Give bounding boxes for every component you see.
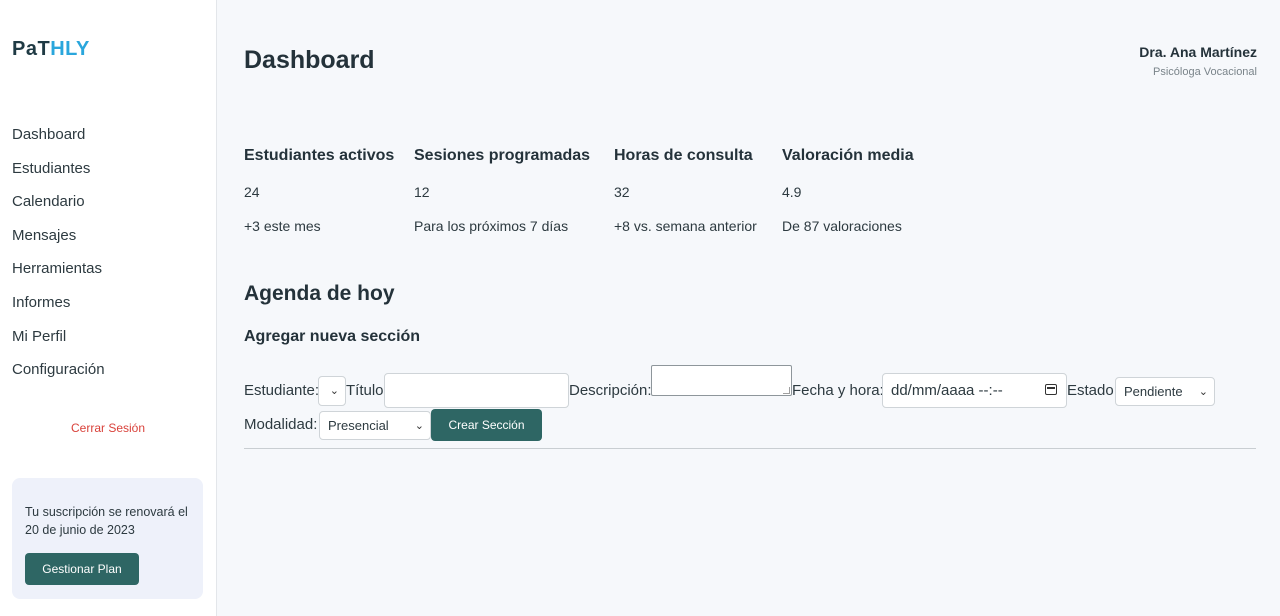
stat-value: 24	[244, 184, 260, 200]
subscription-card: Tu suscripción se renovará el 20 de juni…	[12, 478, 203, 599]
user-profile[interactable]: Dra. Ana Martínez Psicóloga Vocacional	[1139, 44, 1257, 78]
title-input[interactable]	[384, 373, 569, 408]
subscription-message: Tu suscripción se renovará el 20 de juni…	[25, 505, 188, 537]
page-title: Dashboard	[244, 46, 375, 74]
modality-label: Modalidad:	[244, 416, 318, 433]
chevron-down-icon: ⌄	[1198, 385, 1208, 398]
agenda-title: Agenda de hoy	[244, 282, 395, 305]
sidebar: PaTHLY Dashboard Estudiantes Calendario …	[0, 0, 217, 616]
stat-label: Horas de consulta	[614, 147, 753, 164]
datetime-label: Fecha y hora:	[792, 382, 884, 399]
sidebar-item-estudiantes[interactable]: Estudiantes	[12, 158, 105, 192]
description-label: Descripción:	[569, 382, 652, 399]
new-session-title: Agregar nueva sección	[244, 328, 421, 345]
modality-select-value: Presencial	[328, 418, 389, 433]
sidebar-item-dashboard[interactable]: Dashboard	[12, 124, 105, 158]
user-role: Psicóloga Vocacional	[1153, 66, 1257, 78]
stat-label: Sesiones programadas	[414, 147, 591, 164]
description-textarea[interactable]	[651, 365, 792, 396]
user-name: Dra. Ana Martínez	[1139, 44, 1257, 60]
chevron-down-icon: ⌄	[329, 384, 339, 397]
stat-value: 12	[414, 184, 430, 200]
sidebar-nav: Dashboard Estudiantes Calendario Mensaje…	[12, 124, 105, 393]
stat-card-sesiones-programadas: Sesiones programadas 12 Para los próximo…	[414, 147, 590, 234]
status-select-value: Pendiente	[1124, 384, 1183, 399]
calendar-icon[interactable]	[1045, 384, 1057, 395]
divider	[244, 448, 1256, 449]
status-select[interactable]: Pendiente ⌄	[1115, 377, 1215, 406]
sidebar-item-informes[interactable]: Informes	[12, 292, 105, 326]
sidebar-item-configuracion[interactable]: Configuración	[12, 359, 105, 393]
sidebar-item-calendario[interactable]: Calendario	[12, 191, 105, 225]
modality-select[interactable]: Presencial ⌄	[319, 411, 431, 440]
create-session-button[interactable]: Crear Sección	[431, 409, 542, 441]
stat-value: 32	[614, 184, 630, 200]
status-label: Estado:	[1067, 382, 1118, 399]
stat-card-horas-consulta: Horas de consulta 32 +8 vs. semana anter…	[614, 147, 757, 234]
chevron-down-icon: ⌄	[414, 419, 424, 432]
resize-handle-icon[interactable]	[783, 387, 790, 394]
stat-card-estudiantes-activos: Estudiantes activos 24 +3 este mes	[244, 147, 394, 234]
stat-subtext: +8 vs. semana anterior	[614, 218, 757, 234]
datetime-placeholder: dd/mm/aaaa --:--	[891, 382, 1003, 399]
app-logo[interactable]: PaTHLY	[12, 38, 90, 61]
sidebar-item-mi-perfil[interactable]: Mi Perfil	[12, 326, 105, 360]
logo-text-part2: HLY	[50, 38, 90, 60]
title-label: Título:	[346, 382, 388, 399]
stat-subtext: De 87 valoraciones	[782, 218, 902, 234]
stat-subtext: Para los próximos 7 días	[414, 218, 569, 234]
stat-value: 4.9	[782, 184, 802, 200]
datetime-input[interactable]: dd/mm/aaaa --:--	[882, 373, 1067, 408]
stat-label: Valoración media	[782, 147, 914, 164]
stat-label: Estudiantes activos	[244, 147, 395, 164]
sidebar-item-mensajes[interactable]: Mensajes	[12, 225, 105, 259]
stat-subtext: +3 este mes	[244, 218, 321, 234]
sidebar-item-herramientas[interactable]: Herramientas	[12, 258, 105, 292]
logo-text-part1: PaT	[12, 38, 51, 60]
manage-plan-button[interactable]: Gestionar Plan	[25, 553, 139, 585]
student-label: Estudiante:	[244, 382, 320, 399]
logout-link[interactable]: Cerrar Sesión	[0, 421, 216, 435]
student-select[interactable]: ⌄	[318, 376, 346, 406]
stat-card-valoracion-media: Valoración media 4.9 De 87 valoraciones	[782, 147, 914, 234]
